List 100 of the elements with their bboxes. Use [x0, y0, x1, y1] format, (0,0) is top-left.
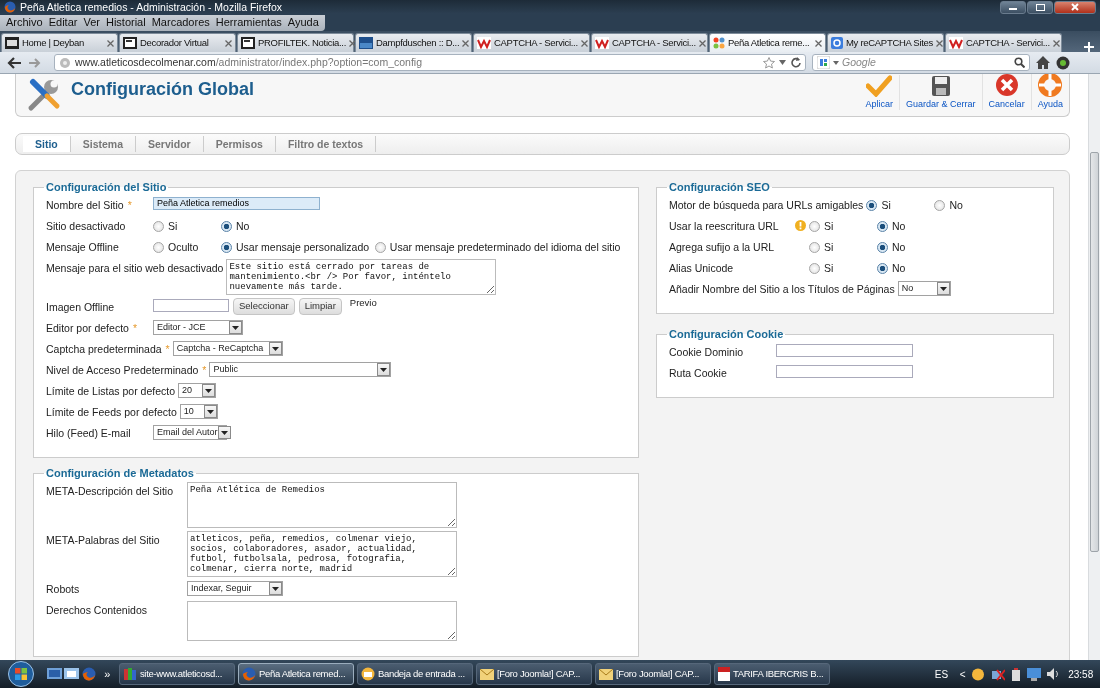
menu-item[interactable]: Ayuda	[284, 14, 322, 31]
dropdown[interactable]: Editor - JCE	[153, 320, 243, 335]
radio-button[interactable]	[153, 221, 164, 233]
browser-tab[interactable]: Home | Deyban	[1, 33, 118, 52]
taskbar-button[interactable]: Peña Atletica remed...	[237, 663, 354, 685]
caret-icon[interactable]	[833, 60, 839, 65]
search-input[interactable]: Google	[842, 54, 1011, 71]
volume-icon[interactable]	[1047, 668, 1060, 680]
firefox-icon	[241, 667, 256, 681]
minimize-button[interactable]	[1000, 0, 1026, 14]
browser-tab[interactable]: CAPTCHA - Servici...	[591, 33, 708, 52]
scrollbar[interactable]	[1088, 74, 1100, 660]
radio-button[interactable]	[877, 242, 888, 254]
menu-item[interactable]: Historial	[102, 14, 149, 31]
browser-tab[interactable]: My reCAPTCHA Sites	[827, 33, 944, 52]
menu-item[interactable]: Marcadores	[148, 14, 213, 31]
tray-expand[interactable]: <	[959, 666, 966, 682]
dropdown[interactable]: 20	[178, 383, 216, 398]
close-icon[interactable]	[936, 39, 943, 47]
dropdown[interactable]: Captcha - ReCaptcha	[172, 341, 283, 356]
tab[interactable]: Sitio	[23, 136, 71, 152]
radio-button[interactable]	[374, 242, 386, 254]
power-icon[interactable]	[1011, 667, 1022, 681]
radio-button[interactable]	[809, 221, 820, 233]
text-field[interactable]	[776, 365, 913, 378]
monitor-icon[interactable]	[1027, 667, 1042, 681]
tab[interactable]: Permisos	[203, 136, 276, 152]
close-icon[interactable]	[225, 39, 232, 47]
plus-icon[interactable]	[1084, 42, 1094, 52]
taskbar-button[interactable]: [Foro Joomla!] CAP...	[475, 663, 592, 685]
text-area[interactable]: Peña Atlética de Remedios	[187, 482, 457, 528]
dropdown[interactable]: 10	[179, 404, 218, 419]
back-icon[interactable]	[6, 55, 22, 70]
field-label: Robots	[46, 582, 80, 597]
close-icon[interactable]	[1052, 39, 1060, 47]
firefox-icon[interactable]	[82, 667, 96, 681]
address-bar[interactable]: www.atleticosdecolmenar.com/administrator/index.php?option=com_config	[54, 54, 806, 71]
dropdown[interactable]: Indexar, Seguir	[187, 581, 283, 596]
text-field[interactable]	[153, 299, 229, 312]
taskbar-button[interactable]: Bandeja de entrada ...	[356, 663, 473, 685]
option-label: Si	[168, 219, 178, 234]
google-icon[interactable]	[817, 56, 830, 69]
toolbar-button[interactable]: Guardar & Cerrar	[899, 75, 982, 110]
text-area[interactable]: atleticos, peña, remedios, colmenar viejo, socios, colaboradores, asador, actualidad, futbol, futbolsala, pedrosa, fotografia, colmenar, cierra norte, madrid	[187, 531, 457, 577]
more-button[interactable]: »	[104, 665, 111, 683]
tab[interactable]: Filtro de textos	[275, 136, 377, 152]
close-icon[interactable]	[815, 39, 822, 47]
caret-icon[interactable]	[779, 60, 786, 65]
toolbar-button[interactable]: Cancelar	[981, 74, 1031, 110]
menu-item[interactable]: Editar	[45, 14, 81, 31]
browser-tab[interactable]: CAPTCHA - Servici...	[473, 33, 590, 52]
radio-button[interactable]	[877, 221, 888, 233]
language-indicator[interactable]: ES	[934, 666, 949, 682]
taskbar-button[interactable]: TARIFA IBERCRIS B...	[713, 663, 830, 685]
maximize-button[interactable]	[1027, 0, 1053, 14]
reload-icon[interactable]	[790, 57, 801, 68]
scroll-thumb[interactable]	[1090, 152, 1099, 552]
taskbar-button[interactable]: [Foro Joomla!] CAP...	[594, 663, 711, 685]
addon-icon[interactable]	[1056, 55, 1070, 70]
menu-item[interactable]: Ver	[80, 14, 103, 31]
radio-button[interactable]	[221, 242, 232, 254]
radio-button[interactable]	[866, 200, 878, 212]
menu-item[interactable]: Archivo	[3, 14, 46, 31]
windows-icon[interactable]	[64, 667, 80, 681]
action-button[interactable]: Limpiar	[298, 298, 342, 315]
tab[interactable]: Servidor	[136, 136, 204, 152]
search-field[interactable]: Google	[812, 54, 1030, 71]
search-icon[interactable]	[1014, 57, 1025, 68]
radio-button[interactable]	[153, 242, 164, 254]
dropdown[interactable]: Public	[209, 362, 392, 377]
browser-tab[interactable]: PROFILTEK. Noticia...	[237, 33, 354, 52]
text-area[interactable]: Este sitio está cerrado por tareas de mantenimiento.<br /> Por favor, inténtelo nuevamente más tarde.	[226, 259, 497, 295]
radio-button[interactable]	[877, 263, 888, 275]
action-button[interactable]: Seleccionar	[233, 298, 295, 315]
close-icon[interactable]	[580, 39, 588, 47]
close-icon[interactable]	[107, 39, 114, 47]
browser-tab[interactable]: Peña Atletica reme...	[709, 33, 826, 52]
radio-button[interactable]	[221, 221, 232, 233]
browser-tab[interactable]: CAPTCHA - Servici...	[945, 33, 1062, 52]
close-icon[interactable]	[462, 39, 470, 47]
text-field[interactable]	[776, 344, 913, 357]
page-title: Configuración Global	[71, 77, 254, 101]
home-icon[interactable]	[1036, 56, 1050, 69]
browser-tab[interactable]: Decorador Virtual	[119, 33, 236, 52]
desktop-icon[interactable]	[46, 667, 62, 681]
close-icon[interactable]	[698, 39, 706, 47]
browser-tab[interactable]: Dampfduschen :: D...	[355, 33, 472, 52]
taskbar-button[interactable]: site-www.atleticosd...	[118, 663, 235, 685]
radio-button[interactable]	[809, 263, 820, 275]
star-icon[interactable]	[763, 56, 775, 69]
network-icon[interactable]	[991, 667, 1006, 681]
radio-button[interactable]	[934, 200, 946, 212]
close-button[interactable]	[1054, 0, 1096, 14]
tab[interactable]: Sistema	[70, 136, 137, 152]
radio-button[interactable]	[809, 242, 820, 254]
text-field[interactable]: Peña Atletica remedios	[153, 197, 320, 210]
menu-item[interactable]: Herramientas	[212, 14, 285, 31]
toolbar-button[interactable]: Aplicar	[859, 75, 900, 110]
toolbar-button[interactable]: Ayuda	[1030, 74, 1069, 110]
dropdown[interactable]: No	[897, 281, 951, 296]
